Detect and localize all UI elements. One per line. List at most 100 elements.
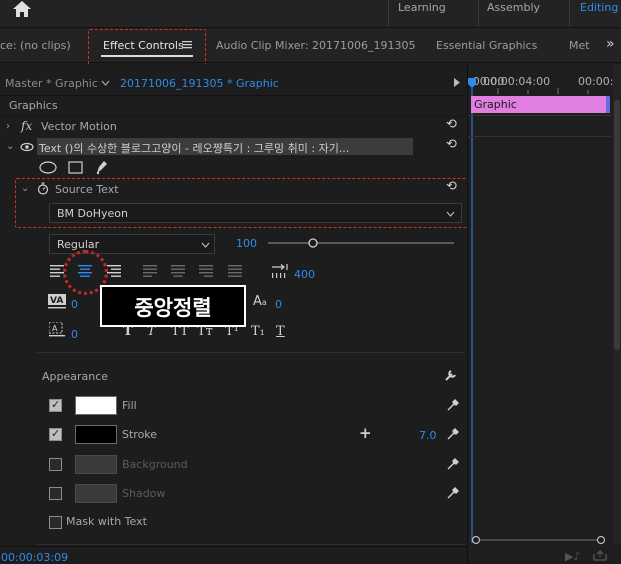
subscript-icon[interactable]: T₁ bbox=[251, 324, 265, 339]
eye-icon[interactable] bbox=[20, 142, 34, 152]
fill-label: Fill bbox=[122, 399, 137, 412]
scrollbar-thumb[interactable] bbox=[614, 100, 620, 350]
tracking-value[interactable]: 400 bbox=[294, 268, 315, 281]
tab-overflow[interactable]: Met bbox=[569, 39, 590, 52]
justify-last-left-icon[interactable] bbox=[143, 265, 157, 277]
eyedropper-icon[interactable] bbox=[446, 486, 460, 500]
background-color-swatch[interactable] bbox=[75, 455, 117, 474]
align-left-icon[interactable] bbox=[50, 265, 64, 277]
export-icon[interactable] bbox=[593, 550, 607, 561]
sequence-clip-label[interactable]: 20171006_191305 * Graphic bbox=[120, 77, 279, 90]
appearance-section-label: Appearance bbox=[42, 370, 109, 383]
text-layer-name-field[interactable]: Text ()의 수상한 블로그고양이 - 레오쨩특기 : 그루밍 취미 : 자… bbox=[37, 138, 413, 155]
baseline-shift-value[interactable]: 0 bbox=[71, 328, 78, 341]
timeline-end-timecode: 00:00: bbox=[578, 75, 614, 88]
svg-text:VA: VA bbox=[50, 296, 63, 306]
shadow-label: Shadow bbox=[122, 487, 166, 500]
svg-text:A: A bbox=[52, 324, 58, 333]
stroke-width-value[interactable]: 7.0 bbox=[419, 429, 437, 442]
kerning-icon[interactable]: VA bbox=[48, 294, 66, 310]
divider bbox=[37, 544, 465, 545]
pen-mask-icon[interactable] bbox=[95, 159, 109, 175]
baseline-shift-icon[interactable]: A bbox=[49, 322, 65, 338]
graphics-section-label: Graphics bbox=[9, 99, 58, 112]
mask-with-text-checkbox[interactable] bbox=[49, 516, 62, 529]
stroke-checkbox[interactable] bbox=[49, 427, 62, 441]
workspace-bar: Learning Assembly Editing bbox=[0, 0, 621, 28]
shadow-checkbox[interactable] bbox=[49, 487, 62, 500]
collapse-chevron-icon[interactable]: ⌄ bbox=[21, 183, 29, 194]
play-audio-icon[interactable]: ▶♪ bbox=[565, 550, 580, 563]
workspace-divider bbox=[478, 0, 479, 26]
tracking-icon[interactable] bbox=[271, 264, 289, 278]
eyedropper-icon[interactable] bbox=[446, 398, 460, 412]
more-tabs-icon[interactable]: » bbox=[606, 36, 615, 52]
tab-audio-clip-mixer[interactable]: Audio Clip Mixer: 20171006_191305 bbox=[216, 39, 416, 52]
reset-icon[interactable]: ⟲ bbox=[446, 118, 460, 131]
background-checkbox[interactable] bbox=[49, 458, 62, 471]
play-only-icon[interactable] bbox=[454, 78, 460, 87]
divider bbox=[468, 136, 611, 137]
master-dropdown-icon[interactable] bbox=[101, 80, 110, 86]
reset-icon[interactable]: ⟲ bbox=[446, 180, 460, 193]
tab-essential-graphics[interactable]: Essential Graphics bbox=[436, 39, 537, 52]
workspace-divider bbox=[569, 0, 570, 26]
mask-with-text-label: Mask with Text bbox=[66, 515, 147, 528]
divider bbox=[468, 115, 611, 116]
vector-motion-label[interactable]: Vector Motion bbox=[41, 120, 117, 133]
font-style-dropdown[interactable]: Regular bbox=[49, 234, 215, 254]
dropdown-arrow-icon bbox=[446, 211, 455, 217]
workspace-editing[interactable]: Editing bbox=[580, 1, 618, 14]
add-stroke-icon[interactable]: + bbox=[359, 424, 372, 442]
underline-icon[interactable]: T bbox=[276, 324, 285, 339]
divider bbox=[37, 352, 465, 353]
rectangle-mask-icon[interactable] bbox=[68, 161, 83, 174]
fill-color-swatch[interactable] bbox=[75, 396, 117, 415]
eyedropper-icon[interactable] bbox=[446, 427, 460, 441]
source-text-label: Source Text bbox=[55, 183, 119, 196]
home-icon[interactable] bbox=[12, 0, 32, 18]
align-right-icon[interactable] bbox=[107, 265, 121, 277]
leading-value[interactable]: 0 bbox=[275, 298, 282, 311]
divider bbox=[0, 116, 466, 117]
workspace-learning[interactable]: Learning bbox=[398, 1, 446, 14]
tab-source[interactable]: ce: (no clips) bbox=[0, 39, 71, 52]
callout-text: 중앙정렬 bbox=[134, 296, 212, 320]
ellipse-mask-icon[interactable] bbox=[39, 161, 57, 174]
font-family-value: BM DoHyeon bbox=[57, 207, 128, 220]
divider bbox=[0, 95, 466, 96]
dropdown-arrow-icon bbox=[201, 242, 210, 248]
reset-icon[interactable]: ⟲ bbox=[446, 138, 460, 151]
playhead[interactable] bbox=[468, 78, 476, 543]
graphic-clip[interactable]: Graphic bbox=[471, 96, 607, 113]
timeline-mid-timecode: 00:00:04:00 bbox=[483, 75, 551, 88]
fx-icon[interactable]: fx bbox=[21, 119, 32, 133]
graphic-clip-label: Graphic bbox=[474, 98, 517, 111]
expand-chevron-icon[interactable]: › bbox=[6, 121, 10, 132]
workspace-assembly[interactable]: Assembly bbox=[487, 1, 540, 14]
eyedropper-icon[interactable] bbox=[446, 457, 460, 471]
font-style-value: Regular bbox=[57, 238, 100, 251]
font-size-value[interactable]: 100 bbox=[236, 237, 257, 250]
stroke-color-swatch[interactable] bbox=[75, 425, 117, 444]
justify-last-center-icon[interactable] bbox=[171, 265, 185, 277]
timeline-ruler bbox=[468, 88, 621, 94]
collapse-chevron-icon[interactable]: ⌄ bbox=[6, 141, 14, 152]
font-family-dropdown[interactable]: BM DoHyeon bbox=[49, 203, 462, 223]
font-size-slider[interactable] bbox=[268, 238, 454, 248]
master-clip-label[interactable]: Master * Graphic bbox=[5, 77, 98, 90]
shadow-color-swatch[interactable] bbox=[75, 484, 117, 503]
effect-timeline-panel bbox=[467, 64, 621, 564]
stroke-label: Stroke bbox=[122, 428, 158, 441]
kerning-value[interactable]: 0 bbox=[71, 298, 78, 311]
justify-all-icon[interactable] bbox=[228, 265, 242, 277]
wrench-icon[interactable] bbox=[444, 368, 458, 382]
current-timecode[interactable]: 00:00:03:09 bbox=[1, 551, 68, 564]
leading-icon[interactable]: Aa bbox=[253, 294, 267, 309]
justify-last-right-icon[interactable] bbox=[199, 265, 213, 277]
background-label: Background bbox=[122, 458, 188, 471]
clip-end-handle[interactable] bbox=[606, 96, 610, 113]
timeline-zoom-scrollbar[interactable] bbox=[471, 535, 606, 545]
stopwatch-icon[interactable] bbox=[37, 182, 49, 195]
fill-checkbox[interactable] bbox=[49, 398, 62, 412]
